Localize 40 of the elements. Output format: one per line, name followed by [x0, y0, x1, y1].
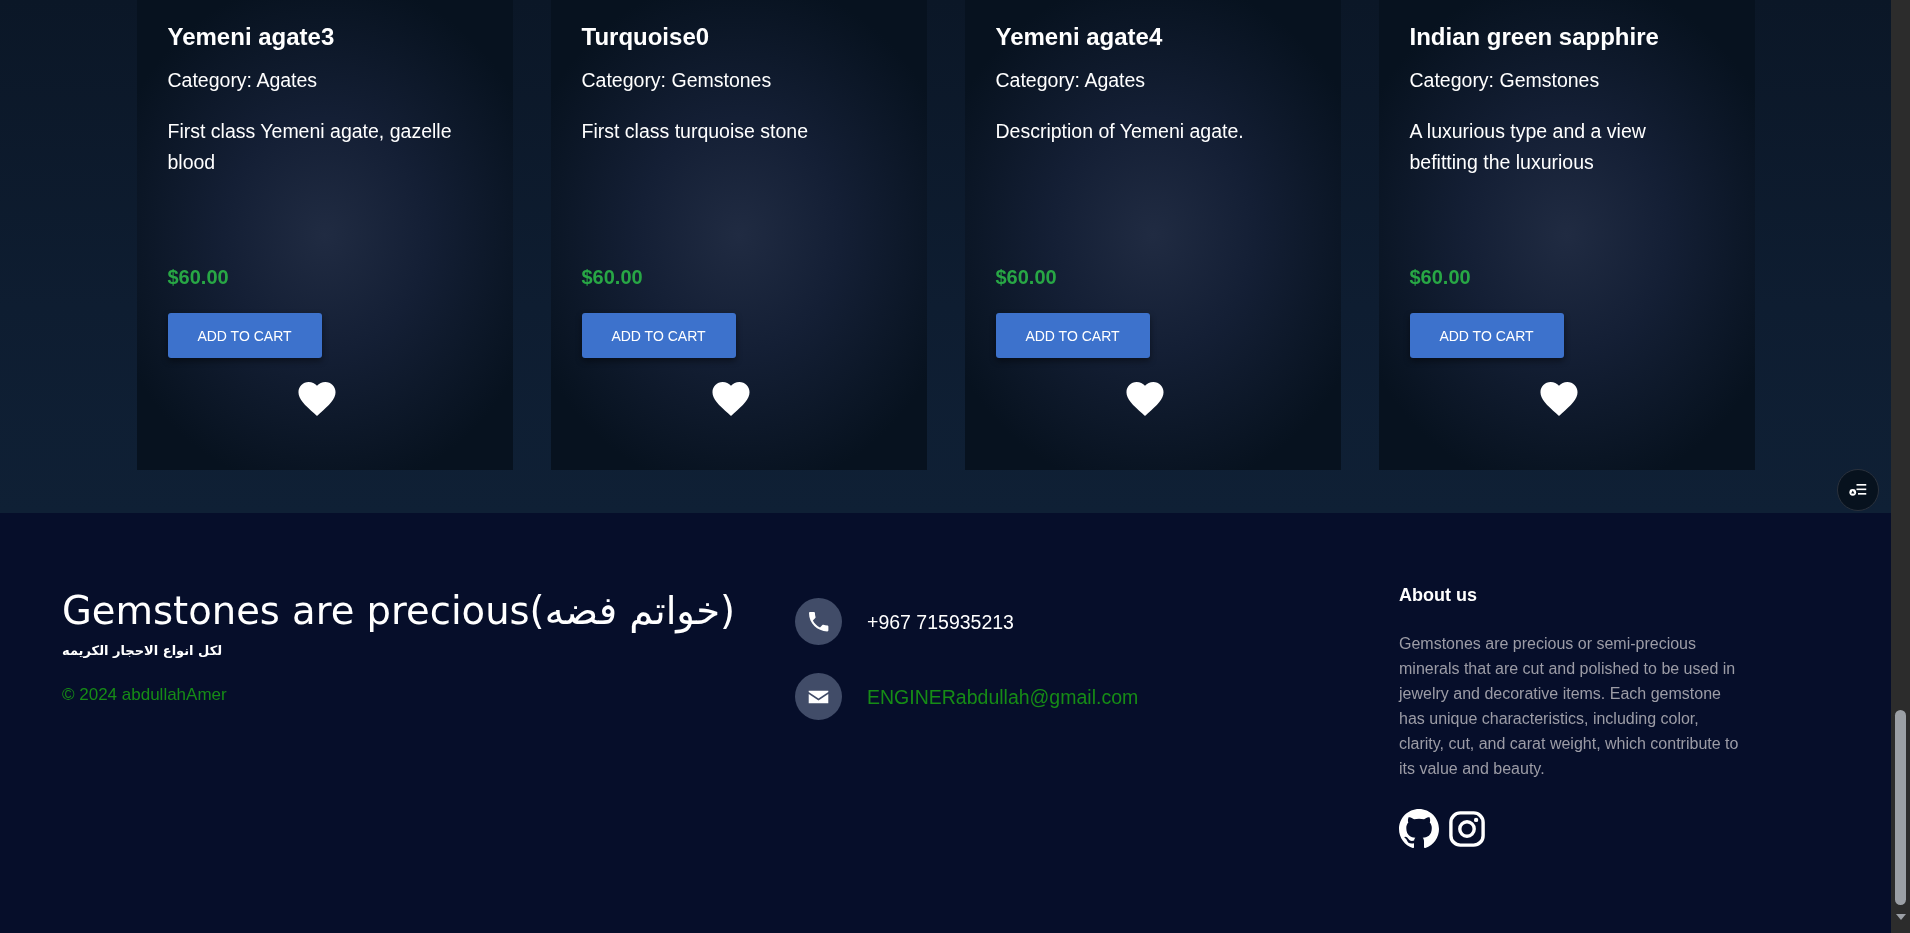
add-to-cart-button[interactable]: ADD TO CART [995, 313, 1150, 358]
product-description: First class Yemeni agate, gazelle blood [167, 119, 453, 175]
product-price: $60.00 [995, 265, 1057, 289]
scrollbar-thumb[interactable] [1895, 710, 1906, 905]
heart-icon[interactable] [711, 382, 751, 416]
scrollbar-track[interactable] [1891, 0, 1910, 933]
phone-icon [795, 598, 842, 645]
product-title: Turquoise0 [581, 22, 711, 52]
add-to-cart-button[interactable]: ADD TO CART [581, 313, 736, 358]
heart-icon[interactable] [297, 382, 337, 416]
heart-icon[interactable] [1539, 382, 1579, 416]
list-button[interactable] [1837, 469, 1879, 511]
product-category: Category: Agates [995, 68, 1147, 92]
add-to-cart-button[interactable]: ADD TO CART [167, 313, 322, 358]
about-text: Gemstones are precious or semi-precious minerals that are cut and polished to be used in jewelry and decorative items. Each gemstone has unique characteristics, including color, clarity, cut, and carat weight, which contribute to its value and beauty. [1399, 634, 1740, 779]
product-title: Indian green sapphire [1409, 22, 1660, 52]
product-description: A luxurious type and a view befitting the luxurious [1409, 119, 1647, 175]
arrow-down-icon[interactable] [1895, 914, 1906, 920]
github-icon[interactable] [1399, 809, 1439, 849]
copyright-text: © 2024 abdullahAmer [62, 685, 227, 705]
envelope-icon [795, 673, 842, 720]
list-icon [1849, 483, 1867, 497]
product-title: Yemeni agate4 [995, 22, 1164, 52]
product-title: Yemeni agate3 [167, 22, 336, 52]
footer-title: Gemstones are precious(خواتم فضه) [62, 589, 736, 633]
phone-number: +967 715935213 [867, 610, 1014, 633]
product-category: Category: Gemstones [1409, 68, 1601, 92]
heart-icon[interactable] [1125, 382, 1165, 416]
product-description: Description of Yemeni agate. [995, 119, 1245, 144]
about-heading: About us [1399, 585, 1477, 605]
email-link[interactable]: ENGINERabdullah@gmail.com [867, 685, 1139, 708]
product-category: Category: Gemstones [581, 68, 773, 92]
add-to-cart-button[interactable]: ADD TO CART [1409, 313, 1564, 358]
product-price: $60.00 [581, 265, 643, 289]
product-description: First class turquoise stone [581, 119, 809, 144]
product-price: $60.00 [167, 265, 229, 289]
footer-subtitle: لكل انواع الاحجار الكريمه [62, 642, 223, 660]
instagram-icon[interactable] [1449, 811, 1485, 847]
product-price: $60.00 [1409, 265, 1471, 289]
product-category: Category: Agates [167, 68, 319, 92]
